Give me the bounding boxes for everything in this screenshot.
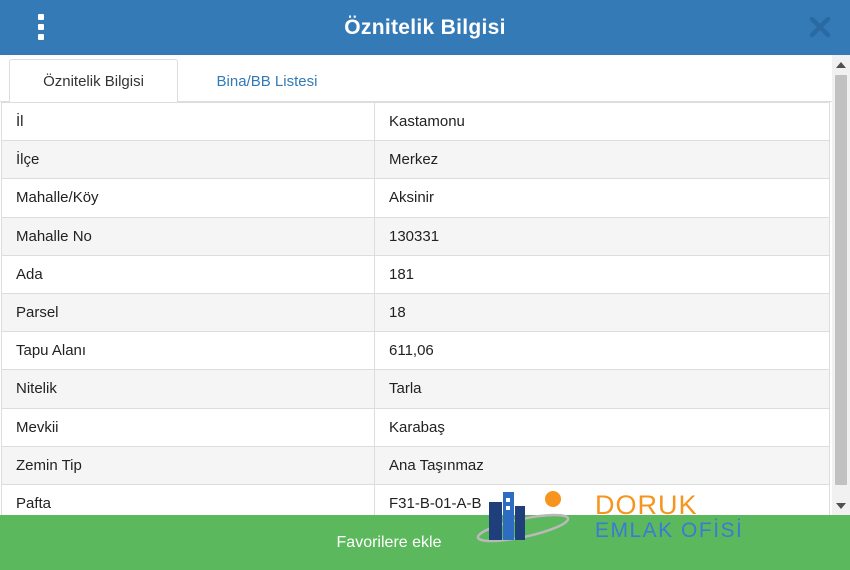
- table-row: Tapu Alanı 611,06: [1, 331, 830, 371]
- attribute-key: Pafta: [1, 483, 375, 515]
- add-to-favorites-label: Favorilere ekle: [336, 534, 442, 551]
- attribute-value: 181: [374, 254, 830, 294]
- scroll-up-arrow-icon[interactable]: [836, 62, 846, 68]
- vertical-scrollbar[interactable]: [832, 55, 850, 515]
- attribute-value: Tarla: [374, 369, 830, 409]
- add-to-favorites-button[interactable]: Favorilere ekle: [0, 515, 850, 570]
- dialog-title: Öznitelik Bilgisi: [344, 15, 506, 39]
- attribute-key: Zemin Tip: [1, 445, 375, 485]
- table-row: Nitelik Tarla: [1, 369, 830, 409]
- attribute-key: Parsel: [1, 292, 375, 333]
- table-row: Zemin Tip Ana Taşınmaz: [1, 445, 830, 485]
- attribute-key: Tapu Alanı: [1, 331, 375, 371]
- attribute-value: Kastamonu: [374, 102, 830, 142]
- dialog-header: Öznitelik Bilgisi: [0, 0, 850, 55]
- attribute-key: Nitelik: [1, 369, 375, 409]
- tab-bar: Öznitelik Bilgisi Bina/BB Listesi: [0, 55, 832, 103]
- tab-bina-bb-listesi[interactable]: Bina/BB Listesi: [188, 59, 346, 103]
- table-row: Ada 181: [1, 254, 830, 294]
- attribute-key: Ada: [1, 254, 375, 294]
- scroll-down-arrow-icon[interactable]: [836, 503, 846, 509]
- attribute-value: 18: [374, 292, 830, 333]
- attribute-value: Merkez: [374, 140, 830, 180]
- scrollbar-thumb[interactable]: [835, 75, 847, 485]
- table-row: Pafta F31-B-01-A-B: [1, 483, 830, 515]
- attribute-key: Mahalle/Köy: [1, 178, 375, 218]
- attribute-key: İlçe: [1, 140, 375, 180]
- tab-oznitelik-bilgisi[interactable]: Öznitelik Bilgisi: [9, 59, 178, 103]
- attribute-value: Ana Taşınmaz: [374, 445, 830, 485]
- attribute-value: 611,06: [374, 331, 830, 371]
- attribute-table: İl Kastamonu İlçe Merkez Mahalle/Köy Aksinir M…: [1, 102, 830, 515]
- attribute-value: F31-B-01-A-B: [374, 483, 830, 515]
- attribute-key: Mevkii: [1, 407, 375, 447]
- table-row: İl Kastamonu: [1, 102, 830, 142]
- attribute-value: Aksinir: [374, 178, 830, 218]
- attribute-value: Karabaş: [374, 407, 830, 447]
- close-icon[interactable]: [808, 15, 832, 39]
- table-row: Mahalle/Köy Aksinir: [1, 178, 830, 218]
- attribute-key: İl: [1, 102, 375, 142]
- table-row: Mevkii Karabaş: [1, 407, 830, 447]
- attribute-key: Mahalle No: [1, 216, 375, 256]
- table-row: Parsel 18: [1, 292, 830, 333]
- table-row: İlçe Merkez: [1, 140, 830, 180]
- vertical-dots-icon[interactable]: [32, 14, 50, 40]
- table-row: Mahalle No 130331: [1, 216, 830, 256]
- attribute-table-container: İl Kastamonu İlçe Merkez Mahalle/Köy Aksinir M…: [0, 102, 832, 515]
- attribute-value: 130331: [374, 216, 830, 256]
